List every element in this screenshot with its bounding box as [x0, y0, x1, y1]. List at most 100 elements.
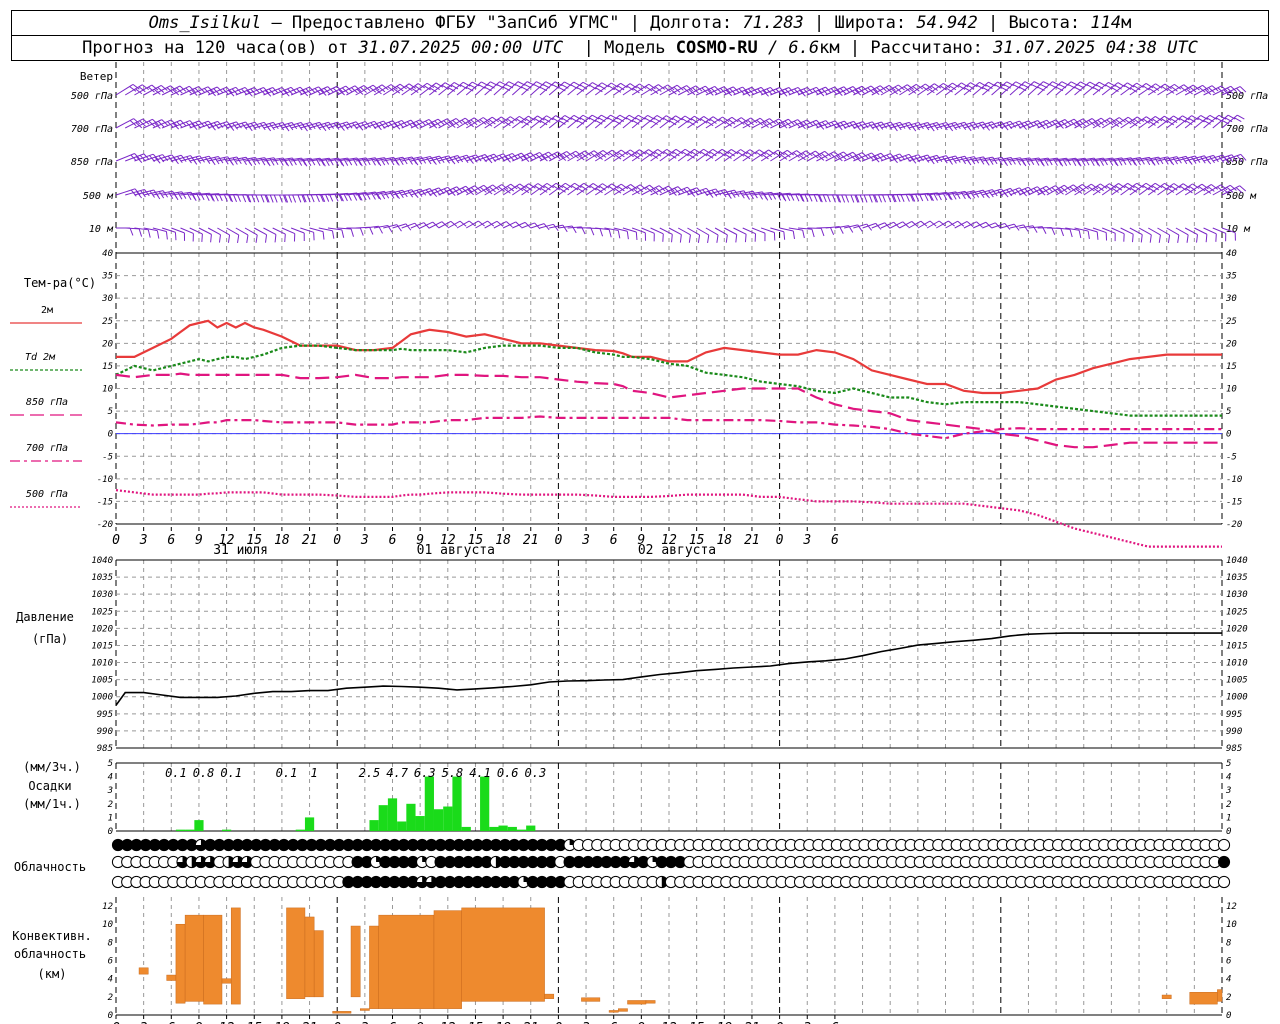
- wind-barb-staff: [125, 153, 145, 162]
- wind-barb-flag: [269, 123, 275, 131]
- wind-barb-flag: [744, 234, 747, 243]
- wind-barb: [217, 121, 242, 131]
- wind-barb-staff: [991, 81, 1007, 96]
- wind-barb-staff: [180, 120, 200, 129]
- meteogram: Ветер 500 гПа 500 гПа 700 гПа 700 гПа 850 гПа…: [10, 62, 1268, 1024]
- wind-barb-staff: [678, 187, 698, 196]
- day-label: 02 августа: [638, 543, 716, 558]
- wind-barb-flag: [1234, 117, 1242, 123]
- precip-bar: [194, 820, 204, 831]
- wind-level-left: 500 м: [83, 191, 114, 202]
- wind-barb-staff: [733, 86, 753, 96]
- wind-barb-staff: [1065, 184, 1083, 196]
- wind-barb-flag: [1237, 114, 1245, 120]
- wind-barb: [1120, 227, 1134, 243]
- precip-bar: [526, 825, 536, 831]
- wind-barb-flag: [813, 194, 818, 203]
- wind-barb-flag: [553, 224, 559, 232]
- wind-barb-staff: [548, 115, 566, 129]
- wind-barb: [742, 227, 757, 242]
- wind-barb-staff: [456, 117, 475, 129]
- wind-barb-staff: [862, 152, 882, 162]
- cloud-fill: [1218, 856, 1230, 868]
- wind-barb-staff: [1157, 83, 1175, 96]
- wind-barb: [880, 153, 906, 164]
- wind-barb-flag: [910, 124, 917, 132]
- wind-level-right: 10 м: [1226, 224, 1251, 235]
- temp-ytick-left: -5: [102, 452, 113, 462]
- convective-cloud-bar: [359, 1008, 370, 1011]
- wind-barb: [198, 120, 224, 131]
- wind-barb: [751, 86, 777, 97]
- wind-barb: [1212, 227, 1227, 242]
- wind-barb-flag: [868, 194, 873, 203]
- convective-cloud-bar: [203, 914, 223, 1005]
- conv-ytick-right: 4: [1226, 975, 1231, 985]
- precip-bar: [378, 805, 388, 831]
- temp-ytick-left: -20: [97, 520, 113, 530]
- prec-ytick-right: 3: [1225, 786, 1231, 796]
- wind-barb: [788, 227, 805, 239]
- wind-barb-flag: [1096, 231, 1099, 240]
- wind-barb-flag: [1196, 234, 1198, 243]
- wind-barb-staff: [512, 183, 530, 196]
- wind-level-left: 500 гПа: [71, 91, 113, 102]
- wind-barb-flag: [259, 123, 266, 131]
- wind-barb-flag: [1069, 229, 1073, 238]
- precip-total-label: 6.3: [414, 766, 436, 780]
- convective-cloud-bar: [544, 993, 555, 999]
- wind-barb-flag: [274, 234, 277, 243]
- wind-barb-staff: [493, 183, 511, 196]
- wind-barb: [217, 227, 231, 243]
- wind-barb-staff: [1101, 183, 1119, 196]
- precip-bar: [433, 809, 444, 831]
- wind-barb-flag: [210, 234, 212, 243]
- pres-ytick-left: 1020: [91, 624, 113, 634]
- wind-barb-staff: [438, 82, 455, 96]
- wind-barb: [650, 227, 664, 242]
- wind-barb-flag: [191, 157, 198, 165]
- wind-barb-flag: [1186, 234, 1189, 243]
- wind-barb-flag: [1203, 119, 1211, 125]
- temp-ytick-left: 15: [102, 362, 113, 372]
- wind-barb-flag: [672, 117, 680, 123]
- wind-barb-flag: [694, 115, 702, 121]
- wind-barb-staff: [530, 115, 547, 129]
- wind-barb-staff: [585, 150, 604, 162]
- precip-total-label: 0.1: [165, 766, 187, 780]
- wind-barb-staff: [1120, 82, 1138, 96]
- temp-ytick-left: 10: [102, 385, 113, 395]
- pres-ytick-right: 1000: [1226, 693, 1248, 703]
- wind-barb: [1111, 227, 1125, 242]
- wind-barb-flag: [278, 123, 285, 131]
- wind-barb: [1056, 227, 1073, 238]
- temp-ytick-left: 20: [102, 339, 113, 349]
- temp-ytick-right: 35: [1225, 272, 1237, 282]
- cloud-symbol: [1217, 875, 1231, 889]
- wind-barb-flag: [726, 191, 732, 199]
- pres-ytick-left: 1005: [91, 676, 113, 686]
- temp-ytick-left: -10: [97, 475, 113, 485]
- wind-barb-flag: [195, 156, 202, 164]
- wind-barb-flag: [315, 194, 320, 203]
- convective-cloud-bar: [184, 914, 204, 1002]
- precip-total-label: 2.5: [359, 766, 381, 780]
- wind-barb-flag: [218, 234, 221, 243]
- wind-barb: [281, 227, 296, 242]
- conv-ytick-left: 12: [102, 902, 113, 912]
- pres-ytick-left: 1010: [91, 659, 113, 669]
- cloud-symbol: [1217, 838, 1231, 852]
- wind-barb-flag: [681, 117, 689, 124]
- wind-barb-staff: [475, 116, 493, 129]
- wind-barb-flag: [1145, 83, 1154, 89]
- wind-barb-flag: [1136, 82, 1144, 88]
- pres-ytick-right: 1020: [1226, 624, 1248, 634]
- precip-total-label: 0.6: [497, 766, 519, 780]
- pres-ytick-left: 1025: [91, 607, 113, 617]
- wind-barb-flag: [820, 228, 825, 237]
- wind-barb-staff: [585, 114, 602, 129]
- wind-barb: [807, 120, 832, 130]
- precip-bar: [221, 829, 232, 831]
- wind-barb: [586, 227, 604, 237]
- precip-bar: [516, 829, 527, 831]
